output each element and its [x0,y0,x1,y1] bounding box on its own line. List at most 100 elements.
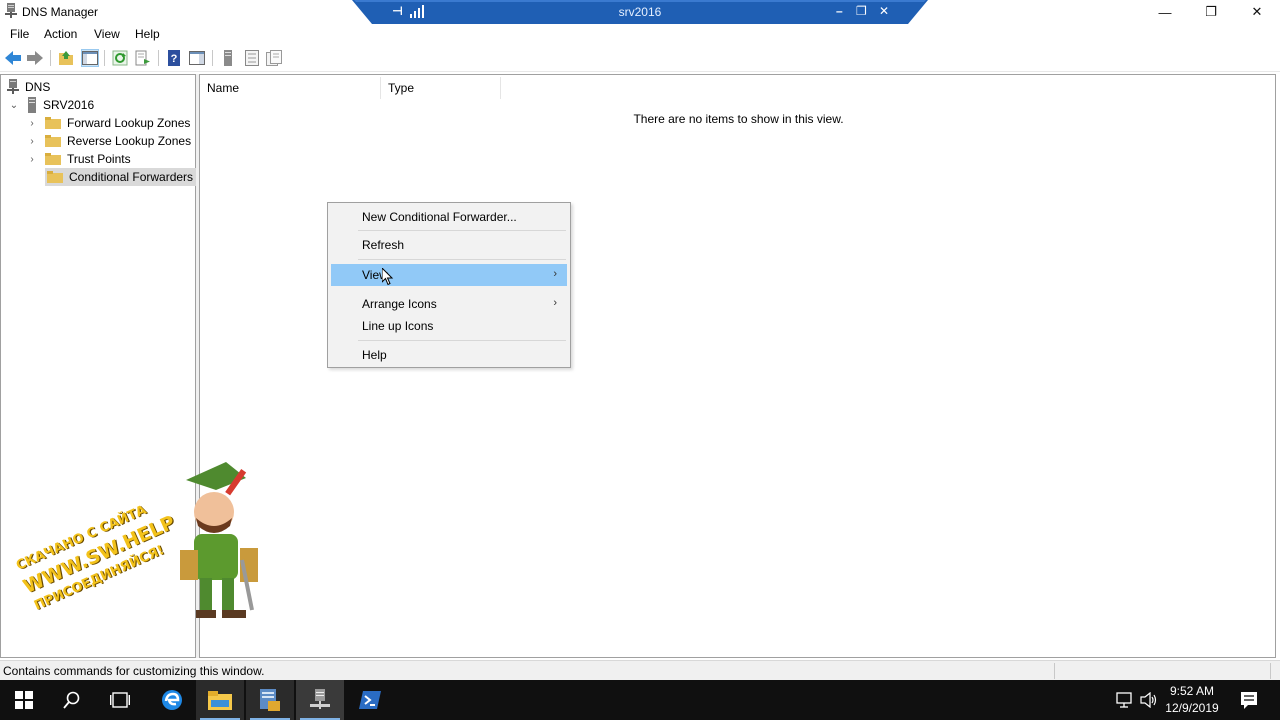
menu-item-arrange-icons[interactable]: Arrange Icons › [331,293,567,315]
maximize-button[interactable]: ❐ [1188,0,1234,24]
menu-item-label: Arrange Icons [362,297,437,311]
taskbar-file-explorer[interactable] [196,680,244,720]
maximize-icon: ❐ [1205,4,1217,19]
records-button[interactable] [243,49,261,67]
menu-separator [358,259,566,260]
menu-item-help[interactable]: Help [331,344,567,366]
close-icon: ✕ [1251,4,1263,19]
clock-time: 9:52 AM [1169,684,1215,698]
folder-up-icon [59,51,73,65]
status-text: Contains commands for customizing this w… [3,664,265,678]
empty-list-message: There are no items to show in this view. [633,112,844,126]
submenu-arrow-icon: › [553,268,557,280]
rdp-connection-bar: ⊣ srv2016 – ❐ ✕ [352,0,928,24]
menu-view[interactable]: View [94,27,120,41]
status-separator [1054,663,1055,679]
chevron-down-icon[interactable]: ⌄ [9,100,19,111]
help-icon: ? [168,50,180,66]
column-header-label: Name [207,81,240,95]
toolbar: ? [0,45,1280,72]
column-header-label: Type [388,81,415,95]
server-icon [224,50,232,66]
menu-help[interactable]: Help [135,27,160,41]
tree-item-label: Reverse Lookup Zones [67,134,192,148]
column-divider[interactable] [380,77,381,99]
task-view-icon [110,692,130,708]
menu-item-label: Line up Icons [362,319,434,333]
menu-item-label: Help [362,348,387,362]
tree-server-srv2016[interactable]: ⌄ SRV2016 [9,96,94,114]
tree-item-reverse-lookup-zones[interactable]: › Reverse Lookup Zones [27,132,191,150]
file-explorer-icon [208,691,232,710]
action-pane-icon [189,51,205,65]
taskbar-server-manager[interactable] [246,680,294,720]
back-arrow-icon [5,51,21,65]
start-button[interactable] [0,680,48,720]
taskbar-powershell[interactable] [346,680,394,720]
taskbar-edge[interactable] [148,680,196,720]
tree-root-dns[interactable]: DNS [7,78,50,96]
rdp-restore-icon[interactable]: ❐ [856,4,867,18]
menu-item-refresh[interactable]: Refresh [331,234,567,256]
menu-item-label: Refresh [362,238,405,252]
toolbar-separator [104,50,105,66]
refresh-button[interactable] [111,49,129,67]
menu-bar: File Action View Help [0,24,1280,44]
tree-selection: Conditional Forwarders [45,168,197,186]
menu-action[interactable]: Action [44,27,77,41]
zone-records-button[interactable] [265,49,283,67]
folder-icon [45,153,61,165]
task-view-button[interactable] [96,680,144,720]
menu-item-line-up-icons[interactable]: Line up Icons [331,315,567,337]
taskbar-clock[interactable]: 9:52 AM 12/9/2019 [1160,683,1224,717]
chevron-right-icon[interactable]: › [27,154,37,165]
tree-item-forward-lookup-zones[interactable]: › Forward Lookup Zones [27,114,190,132]
help-button[interactable]: ? [165,49,183,67]
chevron-right-icon[interactable]: › [27,118,37,129]
menu-file[interactable]: File [10,27,29,41]
tree-item-conditional-forwarders[interactable]: Conditional Forwarders [45,168,197,186]
records-list-icon [245,50,259,66]
back-button[interactable] [4,49,22,67]
minimize-button[interactable]: — [1142,0,1188,24]
server-manager-icon [260,689,280,711]
refresh-icon [112,50,128,66]
rdp-minimize-icon[interactable]: – [836,4,843,18]
notifications-icon[interactable] [1240,691,1258,709]
tree-root-label: DNS [25,80,51,94]
server-button[interactable] [219,49,237,67]
properties-pane-button[interactable] [188,49,206,67]
show-hide-console-tree-button[interactable] [81,49,99,67]
export-list-button[interactable] [134,49,152,67]
network-icon[interactable] [1116,692,1134,708]
volume-icon[interactable] [1140,692,1158,708]
chevron-right-icon[interactable]: › [27,136,37,147]
status-separator [1270,663,1271,679]
tree-server-label: SRV2016 [43,98,95,112]
menu-item-view[interactable]: View › [331,264,567,286]
forward-arrow-icon [27,51,43,65]
minimize-icon: — [1158,4,1172,20]
menu-item-label: New Conditional Forwarder... [362,210,517,224]
zone-records-icon [266,50,282,66]
watermark: СКАЧАНО С САЙТА WWW.SW.HELP ПРИСОЕДИНЯЙС… [6,460,286,630]
powershell-icon [359,691,381,709]
tree-item-trust-points[interactable]: › Trust Points [27,150,130,168]
column-divider[interactable] [500,77,501,99]
column-header-type[interactable]: Type [388,75,498,101]
svg-text:?: ? [171,53,178,65]
forward-button[interactable] [26,49,44,67]
tree-item-label: Forward Lookup Zones [67,116,191,130]
status-bar: Contains commands for customizing this w… [0,660,1280,680]
rdp-close-icon[interactable]: ✕ [879,4,889,18]
context-menu: New Conditional Forwarder... Refresh Vie… [327,202,571,368]
menu-item-new-conditional-forwarder[interactable]: New Conditional Forwarder... [331,206,567,228]
close-button[interactable]: ✕ [1234,0,1280,24]
folder-icon [47,171,63,183]
search-icon [63,691,80,709]
taskbar-dns-manager[interactable] [296,680,344,720]
folder-icon [45,117,61,129]
column-header-name[interactable]: Name [207,75,379,101]
up-one-level-button[interactable] [57,49,75,67]
search-button[interactable] [48,680,96,720]
